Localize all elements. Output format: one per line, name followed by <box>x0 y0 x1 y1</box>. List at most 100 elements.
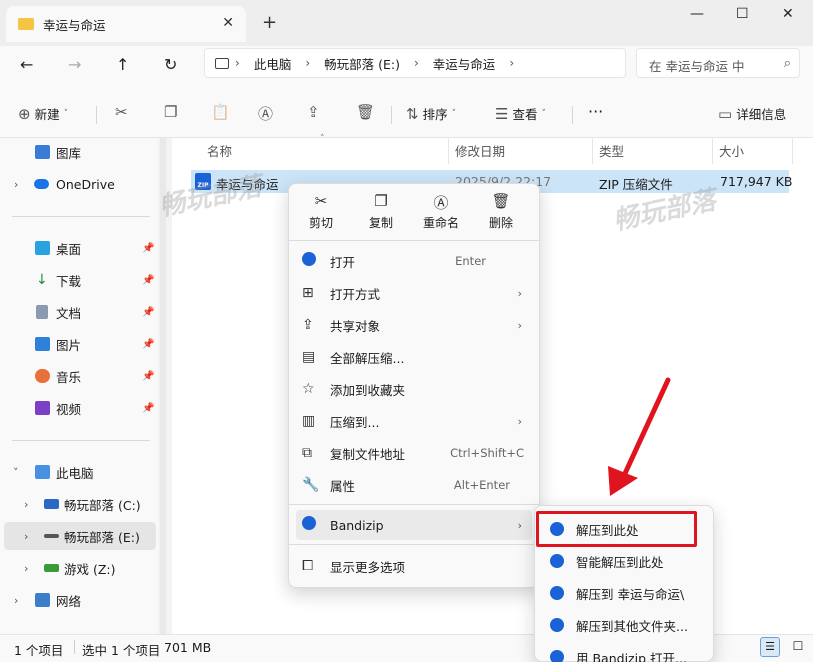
address-bar[interactable]: › 此电脑 › 畅玩部落 (E:) › 幸运与命运 › <box>204 48 626 78</box>
sidebar-item-documents[interactable]: 文档 📌 <box>0 298 158 326</box>
refresh-icon[interactable]: ↻ <box>164 55 177 74</box>
forward-icon[interactable]: → <box>68 55 81 74</box>
cut-button[interactable]: ✂ <box>115 103 132 121</box>
menu-item-compress-to[interactable]: ▥ 压缩到... › <box>296 406 532 436</box>
menu-rename-button[interactable]: Ⓐ 重命名 <box>414 192 468 238</box>
chevron-right-icon: › <box>24 561 29 575</box>
menu-cut-button[interactable]: ✂ 剪切 <box>294 192 348 238</box>
share-icon: ⇪ <box>307 103 320 121</box>
compress-icon: ▥ <box>302 413 316 429</box>
scissors-icon: ✂ <box>115 103 128 121</box>
breadcrumb-item[interactable]: 此电脑 <box>254 54 292 73</box>
maximize-button[interactable]: ☐ <box>736 6 749 22</box>
column-divider[interactable] <box>792 138 793 164</box>
details-view-icon[interactable]: ☰ <box>760 637 780 657</box>
search-input[interactable]: 在 幸运与命运 中 ⌕ <box>636 48 800 78</box>
column-header-date[interactable]: 修改日期 <box>455 141 505 160</box>
menu-item-label: Bandizip <box>330 517 384 533</box>
column-header-name[interactable]: 名称 <box>207 141 232 160</box>
details-pane-button[interactable]: ▭ 详细信息 <box>718 104 786 123</box>
sidebar-item-label: 下载 <box>56 273 82 289</box>
column-divider[interactable] <box>592 138 593 164</box>
sidebar-item-drive-c[interactable]: › 畅玩部落 (C:) <box>0 490 158 518</box>
bandizip-icon <box>302 252 316 270</box>
extract-icon: ▤ <box>302 349 316 365</box>
selected-size: 701 MB <box>164 640 212 655</box>
sidebar-item-pictures[interactable]: 图片 📌 <box>0 330 158 358</box>
submenu-item-open-with-bandizip[interactable]: 用 Bandizip 打开... <box>542 642 706 662</box>
network-icon <box>35 593 50 607</box>
submenu-item-smart-extract[interactable]: 智能解压到此处 <box>542 546 706 576</box>
tab-title: 幸运与命运 <box>43 17 106 33</box>
pin-icon[interactable]: 📌 <box>142 243 154 254</box>
rename-button[interactable]: Ⓐ <box>258 103 277 124</box>
new-tab-button[interactable]: + <box>262 12 277 33</box>
sidebar-item-drive-z[interactable]: › 游戏 (Z:) <box>0 554 158 582</box>
scissors-icon: ✂ <box>314 192 328 210</box>
pin-icon[interactable]: 📌 <box>142 307 154 318</box>
menu-item-label: 压缩到... <box>330 414 380 430</box>
menu-item-open-with[interactable]: ⊞ 打开方式 › <box>296 278 532 308</box>
pin-icon[interactable]: 📌 <box>142 403 154 414</box>
menu-item-extract-all[interactable]: ▤ 全部解压缩... <box>296 342 532 372</box>
pin-icon[interactable]: 📌 <box>142 275 154 286</box>
menu-item-add-favorites[interactable]: ☆ 添加到收藏夹 <box>296 374 532 404</box>
sort-button[interactable]: ⇅ 排序 ˅ <box>406 104 456 123</box>
chevron-right-icon: › <box>517 414 522 428</box>
sidebar-item-drive-e[interactable]: › 畅玩部落 (E:) <box>4 522 156 550</box>
submenu-item-extract-other[interactable]: 解压到其他文件夹... <box>542 610 706 640</box>
toolbar-divider <box>572 106 573 124</box>
menu-delete-button[interactable]: 🗑 删除 <box>474 192 528 238</box>
menu-item-show-more[interactable]: ⧠ 显示更多选项 <box>296 551 532 581</box>
sidebar-item-videos[interactable]: 视频 📌 <box>0 394 158 422</box>
copy-button[interactable]: ❐ <box>164 103 181 121</box>
delete-button[interactable]: 🗑 <box>356 103 379 121</box>
tab-close-icon[interactable]: ✕ <box>222 15 234 31</box>
menu-item-share[interactable]: ⇪ 共享对象 › <box>296 310 532 340</box>
back-icon[interactable]: ← <box>20 55 33 74</box>
submenu-item-label: 用 Bandizip 打开... <box>576 651 687 662</box>
sidebar-item-this-pc[interactable]: ˅ 此电脑 <box>0 458 158 486</box>
sidebar-item-gallery[interactable]: 图库 <box>0 138 158 166</box>
menu-item-bandizip[interactable]: Bandizip › <box>296 510 532 540</box>
drive-icon <box>44 534 59 538</box>
share-button[interactable]: ⇪ <box>307 103 324 121</box>
sidebar-item-network[interactable]: › 网络 <box>0 586 158 614</box>
chevron-right-icon: › <box>509 56 515 70</box>
sidebar-item-onedrive[interactable]: › OneDrive <box>0 170 158 198</box>
column-divider[interactable] <box>712 138 713 164</box>
chevron-down-icon: ˅ <box>541 108 546 119</box>
more-options-button[interactable]: ··· <box>588 102 603 121</box>
sidebar-item-desktop[interactable]: 桌面 📌 <box>0 234 158 262</box>
sidebar-item-music[interactable]: 音乐 📌 <box>0 362 158 390</box>
tiles-view-icon[interactable]: ☐ <box>788 637 808 657</box>
column-divider[interactable] <box>448 138 449 164</box>
sidebar-item-downloads[interactable]: ↓ 下载 📌 <box>0 266 158 294</box>
pin-icon[interactable]: 📌 <box>142 339 154 350</box>
menu-item-properties[interactable]: 🔧 属性 Alt+Enter <box>296 470 532 500</box>
minimize-button[interactable]: — <box>690 6 704 22</box>
breadcrumb-item[interactable]: 畅玩部落 (E:) <box>324 54 400 73</box>
sidebar-item-label: 文档 <box>56 305 82 321</box>
column-header-size[interactable]: 大小 <box>719 141 744 160</box>
video-icon <box>35 401 50 415</box>
menu-copy-button[interactable]: ❐ 复制 <box>354 192 408 238</box>
column-header-type[interactable]: 类型 <box>599 141 624 160</box>
menu-item-open[interactable]: 打开 Enter <box>296 246 532 276</box>
breadcrumb-item[interactable]: 幸运与命运 <box>433 54 496 73</box>
close-window-button[interactable]: ✕ <box>782 6 794 22</box>
gallery-icon <box>35 145 50 159</box>
paste-icon: 📋 <box>211 103 230 121</box>
menu-item-label: 显示更多选项 <box>330 559 406 575</box>
submenu-item-extract-to-folder[interactable]: 解压到 幸运与命运\ <box>542 578 706 608</box>
trash-icon: 🗑 <box>491 192 511 210</box>
pin-icon[interactable]: 📌 <box>142 371 154 382</box>
menu-item-copy-path[interactable]: ⧉ 复制文件地址 Ctrl+Shift+C <box>296 438 532 468</box>
view-button[interactable]: ☰ 查看 ˅ <box>495 104 546 123</box>
menu-divider <box>289 544 539 545</box>
up-icon[interactable]: ↑ <box>116 55 129 74</box>
new-button[interactable]: ⊕ 新建 ˅ <box>18 104 68 123</box>
paste-button[interactable]: 📋 <box>211 103 234 121</box>
tab-current[interactable]: 幸运与命运 ✕ <box>6 6 246 42</box>
download-icon: ↓ <box>36 272 48 288</box>
